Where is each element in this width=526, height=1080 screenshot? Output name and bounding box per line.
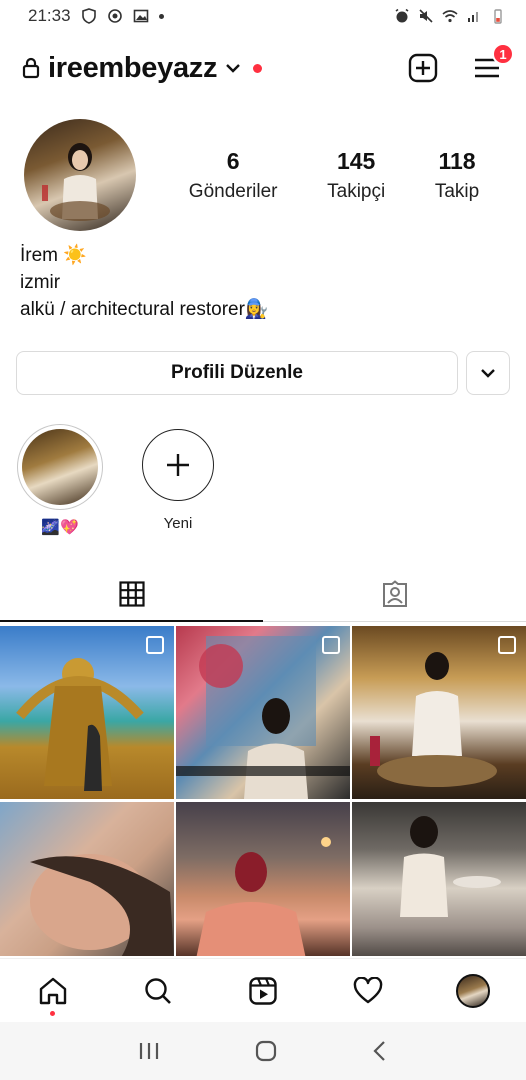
highlight-label: 🌌💖 <box>41 519 79 536</box>
profile-avatar[interactable] <box>24 119 136 231</box>
display-name: İrem ☀️ <box>20 245 87 266</box>
home-icon <box>39 977 66 1004</box>
photo-mirror-scene-icon <box>400 816 501 917</box>
nav-reels[interactable] <box>243 971 283 1011</box>
posts-stat[interactable]: 6 Gönderiler <box>189 148 278 203</box>
unread-dot <box>253 63 263 73</box>
followers-stat[interactable]: 145 Takipçi <box>327 148 385 203</box>
profile-tabs <box>0 566 526 622</box>
post-thumbnail[interactable] <box>352 802 526 956</box>
heart-icon <box>353 976 383 1003</box>
nav-home[interactable] <box>33 971 73 1016</box>
followers-count: 145 <box>336 147 376 174</box>
plus-square-icon <box>408 53 438 83</box>
plus-icon <box>167 454 189 476</box>
post-thumbnail[interactable] <box>0 802 174 956</box>
followers-label: Takipçi <box>327 180 386 202</box>
post-thumbnail[interactable] <box>176 802 350 956</box>
profile-header: ireembeyazz 1 <box>0 40 526 96</box>
sync-icon <box>107 9 122 23</box>
system-navigation-bar <box>0 1022 526 1080</box>
photo-street-scene-icon <box>196 837 331 956</box>
highlight-cover-image <box>22 429 98 505</box>
lock-icon <box>22 57 40 79</box>
tab-posts-grid[interactable] <box>0 566 263 622</box>
wifi-icon <box>442 10 458 23</box>
posts-grid <box>0 626 526 956</box>
posts-count: 6 <box>226 147 240 174</box>
tagged-person-icon <box>382 579 407 607</box>
alarm-icon <box>395 8 409 23</box>
profile-avatar-small <box>456 973 491 1008</box>
highlight-cover-ring <box>17 424 103 510</box>
nav-activity[interactable] <box>348 971 388 1011</box>
chevron-down-icon <box>481 369 495 378</box>
nav-search[interactable] <box>138 971 178 1011</box>
username: ireembeyazz <box>48 51 218 84</box>
notification-badge: 1 <box>492 43 514 65</box>
multiple-photos-icon <box>146 636 164 654</box>
new-highlight-circle <box>142 429 214 501</box>
nav-profile[interactable] <box>453 971 493 1011</box>
profile-actions: Profili Düzenle <box>16 351 510 395</box>
battery-icon <box>494 9 502 24</box>
menu-button[interactable]: 1 <box>470 43 514 85</box>
chevron-down-icon <box>226 64 241 73</box>
profile-stats: 6 Gönderiler 145 Takipçi 118 Takip <box>164 148 504 203</box>
bio-description: alkü / architectural restorer👩‍🔧 <box>20 299 269 320</box>
profile-bio: İrem ☀️ izmir alkü / architectural resto… <box>20 242 506 323</box>
search-icon <box>145 977 171 1004</box>
grid-icon <box>118 580 145 607</box>
shield-icon <box>81 8 96 24</box>
create-button[interactable] <box>406 51 440 85</box>
post-thumbnail[interactable] <box>352 626 526 799</box>
story-highlights: 🌌💖 Yeni <box>16 424 510 542</box>
multiple-photos-icon <box>322 636 340 654</box>
back-icon[interactable] <box>372 1040 388 1062</box>
profile-summary: 6 Gönderiler 145 Takipçi 118 Takip <box>24 116 504 234</box>
bio-city: izmir <box>20 272 61 293</box>
highlight-item[interactable]: 🌌💖 <box>16 424 104 542</box>
bottom-navigation <box>0 958 526 1022</box>
home-unread-dot <box>50 1010 56 1016</box>
new-highlight-button[interactable]: Yeni <box>134 424 222 542</box>
edit-profile-button[interactable]: Profili Düzenle <box>16 351 458 395</box>
signal-icon <box>468 12 478 22</box>
following-stat[interactable]: 118 Takip <box>435 148 479 203</box>
reels-icon <box>249 976 277 1005</box>
posts-label: Gönderiler <box>188 180 278 202</box>
home-button-icon[interactable] <box>255 1040 277 1062</box>
avatar-figure-icon <box>42 143 110 221</box>
multiple-photos-icon <box>498 636 516 654</box>
mute-icon <box>419 9 433 23</box>
post-thumbnail[interactable] <box>0 626 174 799</box>
photo-selfie-scene-icon <box>30 854 174 956</box>
more-notifications-dot-icon <box>158 13 164 19</box>
image-icon <box>133 9 148 23</box>
recent-apps-icon[interactable] <box>138 1041 160 1061</box>
following-label: Takip <box>434 180 480 202</box>
suggestions-dropdown-button[interactable] <box>466 351 510 395</box>
account-switcher[interactable]: ireembeyazz <box>22 51 263 85</box>
post-thumbnail[interactable] <box>176 626 350 799</box>
new-highlight-label: Yeni <box>163 515 193 532</box>
following-count: 118 <box>438 147 476 174</box>
status-time: 21:33 <box>28 6 71 25</box>
tab-tagged[interactable] <box>263 566 526 621</box>
status-bar: 21:33 <box>0 0 526 32</box>
